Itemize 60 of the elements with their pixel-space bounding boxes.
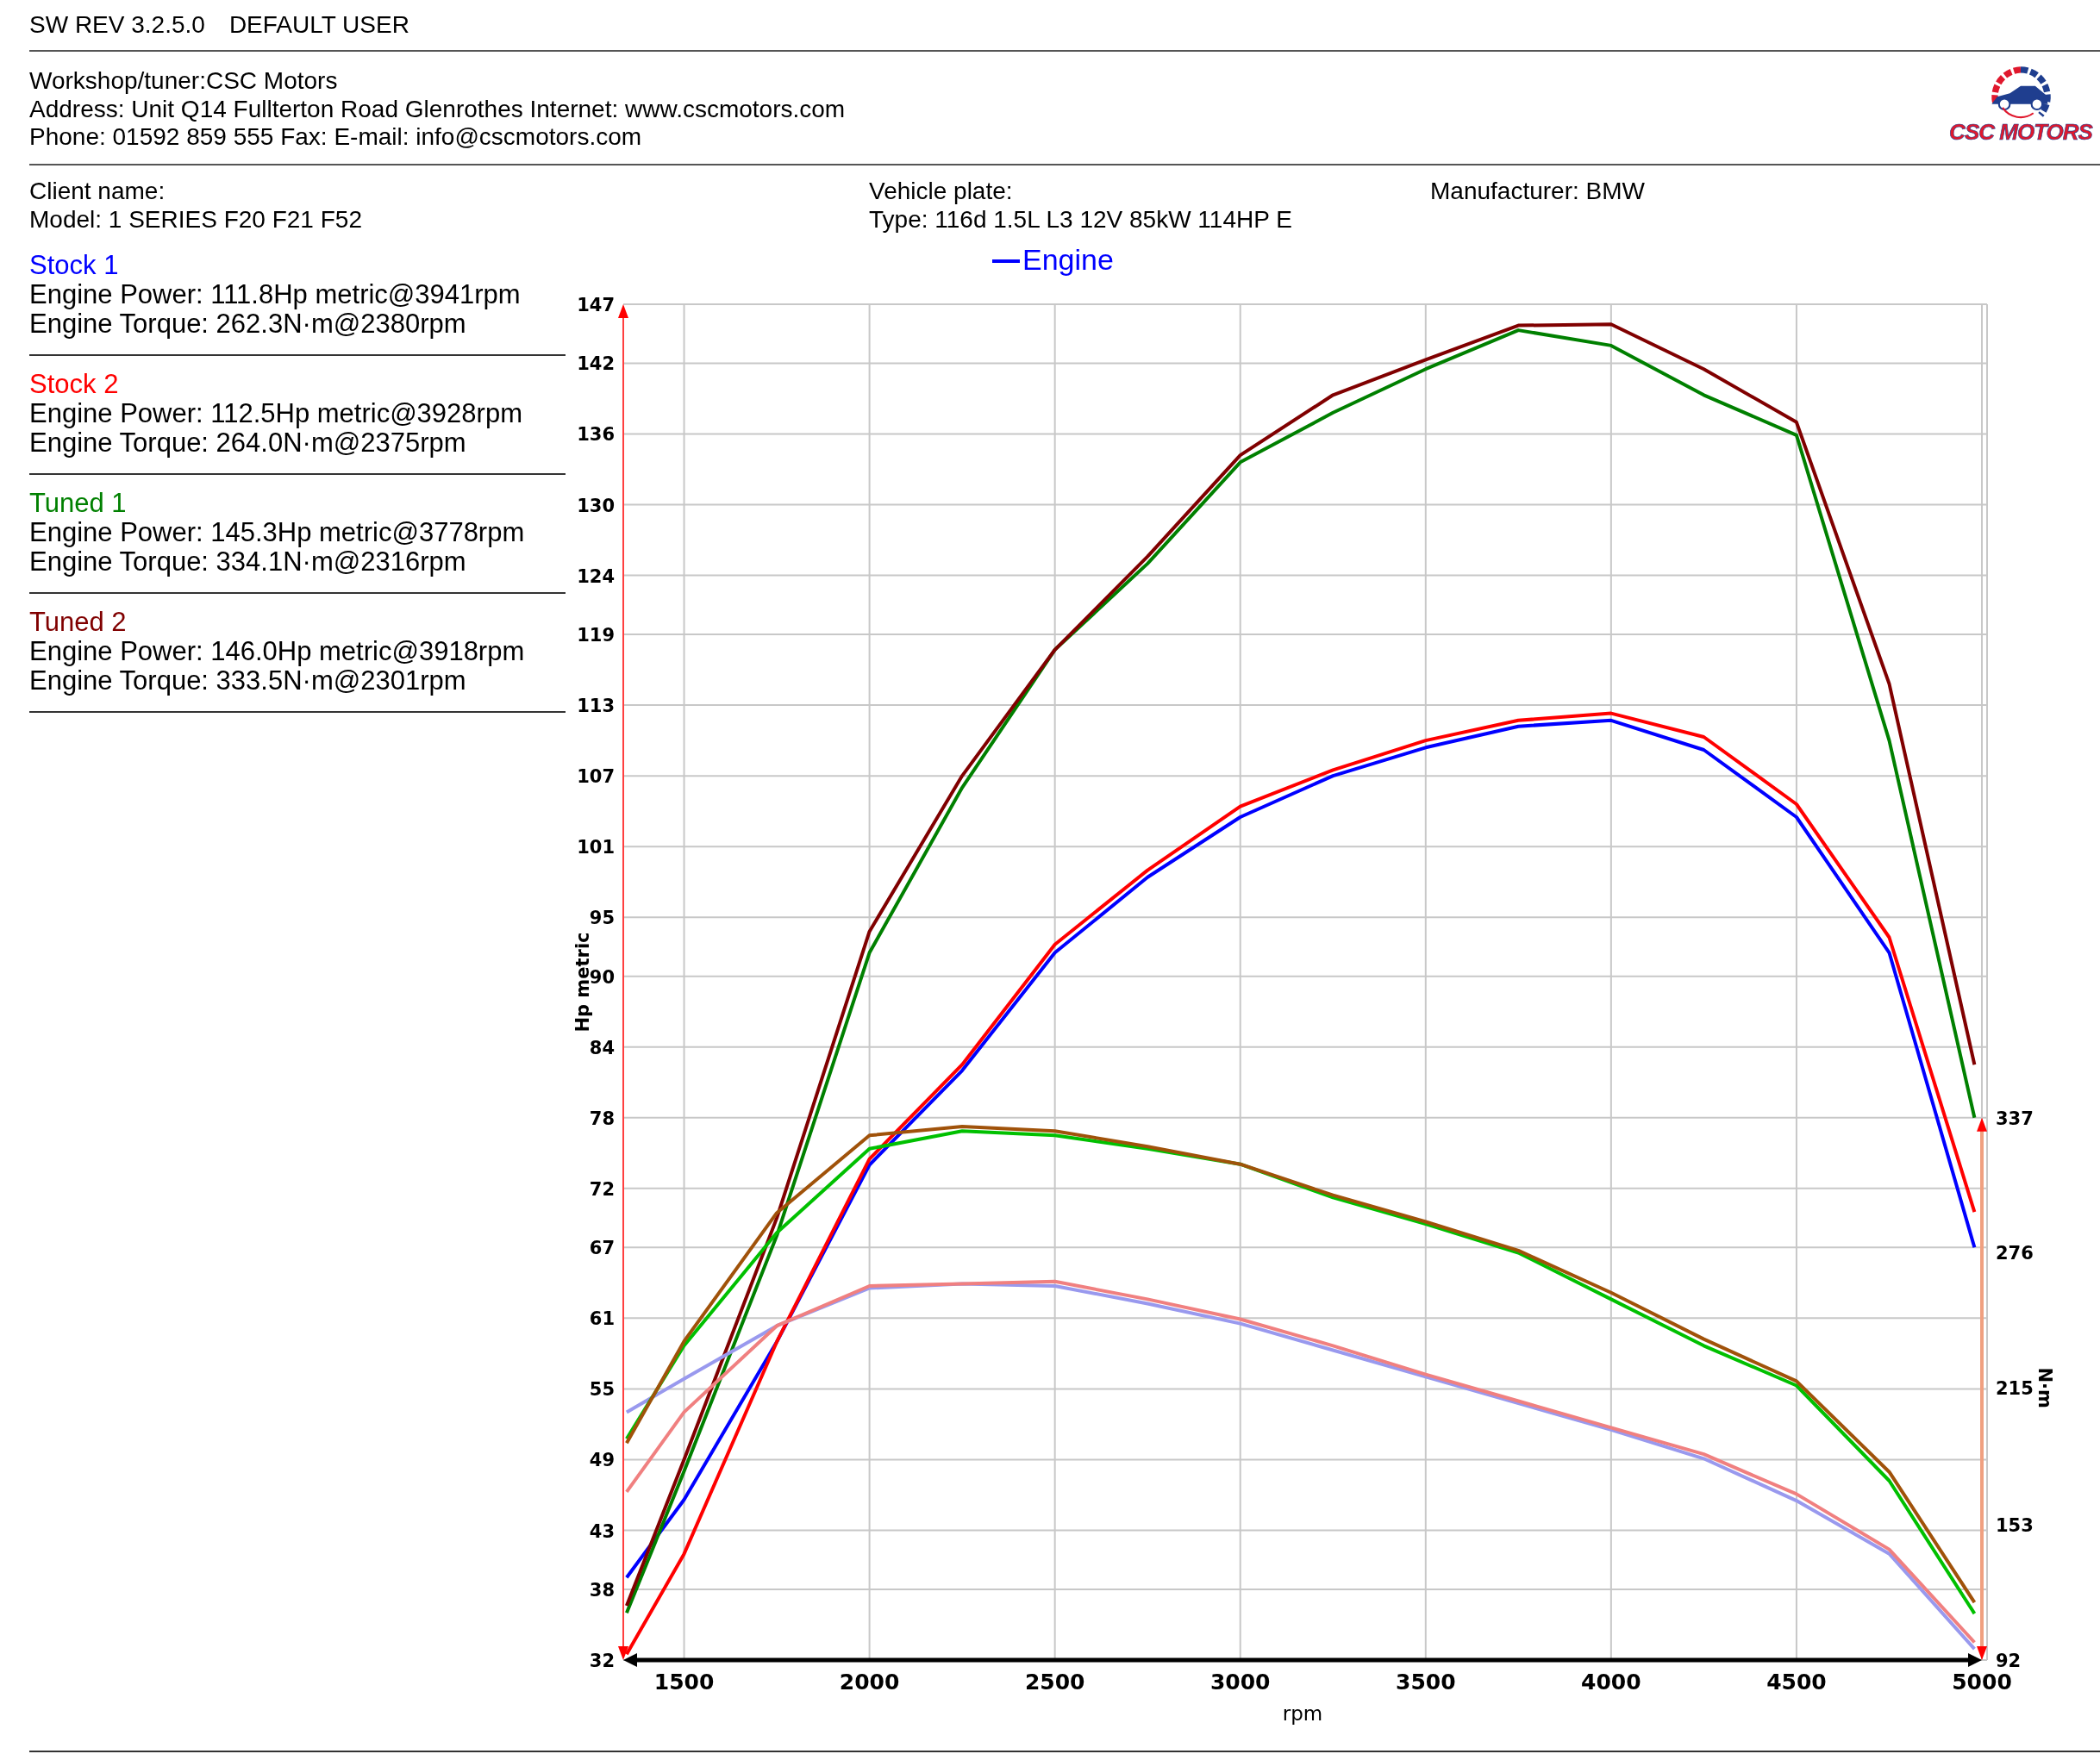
axis-tick-label: 136 <box>577 424 615 446</box>
axis-tick-label: 276 <box>1996 1243 2034 1264</box>
workshop-info-line: Phone: 01592 859 555 Fax: E-mail: info@cscmotors.com <box>29 123 643 152</box>
torque-result: Engine Torque: 262.3N·m@2380rpm <box>29 309 466 339</box>
axis-title: N·m <box>2034 1367 2055 1408</box>
axis-tick-label: 92 <box>1996 1651 2022 1671</box>
run-name: Stock 1 <box>29 251 120 280</box>
power-result: Engine Power: 146.0Hp metric@3918rpm <box>29 637 526 666</box>
axis-tick-label: 142 <box>577 353 615 375</box>
axis-tick-label: 4000 <box>1581 1670 1641 1695</box>
power-result: Engine Power: 111.8Hp metric@3941rpm <box>29 280 522 309</box>
workshop-info-line: Address: Unit Q14 Fullterton Road Glenrothes Internet: www.cscmotors.com <box>29 95 846 123</box>
axis-tick-label: 72 <box>589 1178 615 1200</box>
axis-tick-label: 130 <box>577 495 615 516</box>
run-name: Tuned 2 <box>29 608 128 637</box>
axis-tick-label: 124 <box>577 565 615 587</box>
axis-tick-label: 147 <box>577 295 615 315</box>
axis-tick-label: 113 <box>577 696 615 717</box>
workshop-info-line: Workshop/tuner:CSC Motors <box>29 67 339 96</box>
legend-line-icon <box>992 259 1020 263</box>
run-name: Tuned 1 <box>29 489 128 518</box>
vehicle-info: Client name: <box>29 178 166 206</box>
axis-tick-label: 2500 <box>1024 1670 1085 1695</box>
run-name: Stock 2 <box>29 370 120 399</box>
axis-tick-label: 61 <box>589 1308 615 1330</box>
axis-tick-label: 43 <box>589 1520 615 1542</box>
torque-result: Engine Torque: 333.5N·m@2301rpm <box>29 666 466 696</box>
vehicle-info: Vehicle plate: <box>869 178 1014 206</box>
axis-tick-label: 3500 <box>1396 1670 1456 1695</box>
axis-tick-label: 215 <box>1996 1378 2034 1400</box>
axis-tick-label: 5000 <box>1952 1670 2012 1695</box>
axis-title: rpm <box>1282 1702 1323 1725</box>
axis-tick-label: 119 <box>577 625 615 646</box>
torque-result: Engine Torque: 264.0N·m@2375rpm <box>29 428 466 458</box>
vehicle-info: Type: 116d 1.5L L3 12V 85kW 114HP E <box>869 205 1293 234</box>
axis-tick-label: 32 <box>589 1651 615 1671</box>
vehicle-info: Model: 1 SERIES F20 F21 F52 <box>29 205 363 234</box>
axis-tick-label: 107 <box>577 766 615 788</box>
axis-tick-label: 38 <box>589 1579 615 1601</box>
power-result: Engine Power: 145.3Hp metric@3778rpm <box>29 518 526 547</box>
axis-tick-label: 101 <box>577 837 615 858</box>
chart-legend: Engine <box>1022 243 1114 276</box>
axis-tick-label: 67 <box>589 1238 615 1259</box>
axis-tick-label: 49 <box>589 1450 615 1471</box>
axis-tick-label: 153 <box>1996 1515 2034 1537</box>
axis-tick-label: 95 <box>589 908 615 929</box>
user-name: DEFAULT USER <box>228 11 409 39</box>
axis-tick-label: 78 <box>589 1108 615 1129</box>
logo-text: CSC MOTORS <box>1949 119 2092 146</box>
axis-tick-label: 3000 <box>1209 1670 1271 1695</box>
axis-tick-label: 55 <box>589 1379 615 1401</box>
axis-tick-label: 337 <box>1996 1108 2034 1129</box>
torque-result: Engine Torque: 334.1N·m@2316rpm <box>29 547 466 577</box>
vehicle-info: Manufacturer: BMW <box>1430 178 1646 206</box>
power-result: Engine Power: 112.5Hp metric@3928rpm <box>29 399 523 428</box>
axis-tick-label: 2000 <box>839 1670 900 1695</box>
axis-tick-label: 1500 <box>653 1670 715 1695</box>
axis-tick-label: 84 <box>589 1037 615 1058</box>
software-version: SW REV 3.2.5.0 <box>29 11 205 39</box>
axis-tick-label: 4500 <box>1766 1670 1827 1695</box>
